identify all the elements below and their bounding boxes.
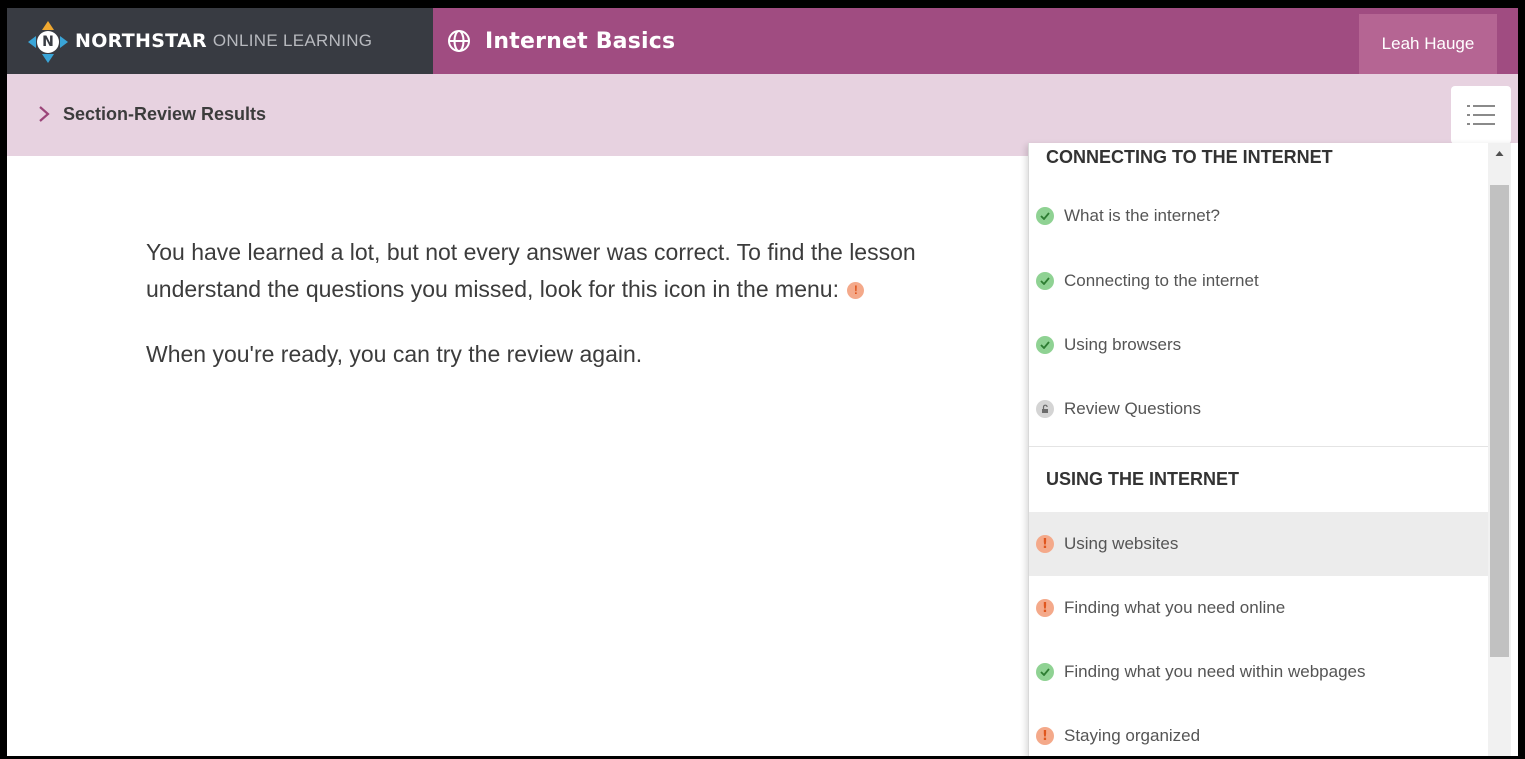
chevron-right-icon — [39, 106, 50, 122]
app-frame: N NORTHSTAR ONLINE LEARNING Internet Bas… — [7, 8, 1518, 756]
menu-item-staying-organized[interactable]: ! Staying organized — [1029, 704, 1489, 756]
check-circle-icon — [1036, 272, 1054, 290]
top-bar: N NORTHSTAR ONLINE LEARNING Internet Bas… — [7, 8, 1518, 74]
check-circle-icon — [1036, 663, 1054, 681]
course-heading: Internet Basics — [447, 8, 675, 74]
lesson-menu-button[interactable] — [1451, 86, 1511, 144]
menu-item-review-questions[interactable]: Review Questions — [1029, 377, 1489, 441]
exclamation-icon: ! — [1036, 599, 1054, 617]
scroll-up-arrow-icon[interactable] — [1488, 143, 1511, 165]
brand-logo-link[interactable]: N NORTHSTAR ONLINE LEARNING — [7, 8, 433, 74]
lesson-menu-dropdown: CONNECTING TO THE INTERNET What is the i… — [1028, 143, 1518, 756]
check-circle-icon — [1036, 336, 1054, 354]
menu-item-using-browsers[interactable]: Using browsers — [1029, 313, 1489, 377]
exclamation-icon: ! — [847, 282, 865, 300]
exclamation-icon: ! — [1036, 535, 1054, 553]
brand-name-light: ONLINE LEARNING — [212, 31, 373, 50]
menu-item-label: Review Questions — [1064, 399, 1202, 418]
menu-item-label: Finding what you need online — [1064, 598, 1286, 617]
northstar-logo-icon: N — [28, 19, 68, 63]
message-paragraph-1: You have learned a lot, but not every an… — [146, 239, 916, 302]
message-paragraph-2: When you're ready, you can try the revie… — [146, 341, 643, 367]
menu-group-header: USING THE INTERNET — [1029, 446, 1489, 512]
user-menu-button[interactable]: Leah Hauge — [1359, 14, 1497, 74]
section-title: Section-Review Results — [63, 104, 267, 124]
menu-item-label: Connecting to the internet — [1064, 271, 1259, 290]
lesson-menu-list: CONNECTING TO THE INTERNET What is the i… — [1029, 143, 1489, 756]
menu-item-label: Staying organized — [1064, 726, 1201, 745]
menu-item-finding-what-you-need-online[interactable]: ! Finding what you need online — [1029, 576, 1489, 640]
scrollbar-thumb[interactable] — [1490, 185, 1509, 657]
globe-icon — [448, 30, 470, 52]
course-title: Internet Basics — [485, 28, 676, 54]
review-results-message: You have learned a lot, but not every an… — [146, 234, 1046, 373]
menu-item-what-is-the-internet[interactable]: What is the internet? — [1029, 183, 1489, 249]
menu-scrollbar[interactable] — [1488, 143, 1511, 756]
menu-item-label: Using browsers — [1064, 335, 1182, 354]
unlocked-padlock-icon — [1036, 400, 1054, 418]
menu-group-header: CONNECTING TO THE INTERNET — [1046, 147, 1333, 167]
exclamation-icon: ! — [1036, 727, 1054, 745]
menu-item-label: What is the internet? — [1064, 206, 1220, 225]
brand-name-bold: NORTHSTAR — [75, 30, 207, 52]
menu-item-finding-within-webpages[interactable]: Finding what you need within webpages — [1029, 640, 1489, 704]
check-circle-icon — [1036, 207, 1054, 225]
menu-item-connecting-to-the-internet[interactable]: Connecting to the internet — [1029, 249, 1489, 313]
menu-item-label: Using websites — [1064, 534, 1179, 553]
menu-item-using-websites[interactable]: ! Using websites — [1029, 512, 1489, 576]
menu-item-label: Finding what you need within webpages — [1064, 662, 1366, 681]
list-menu-icon — [1467, 105, 1495, 125]
